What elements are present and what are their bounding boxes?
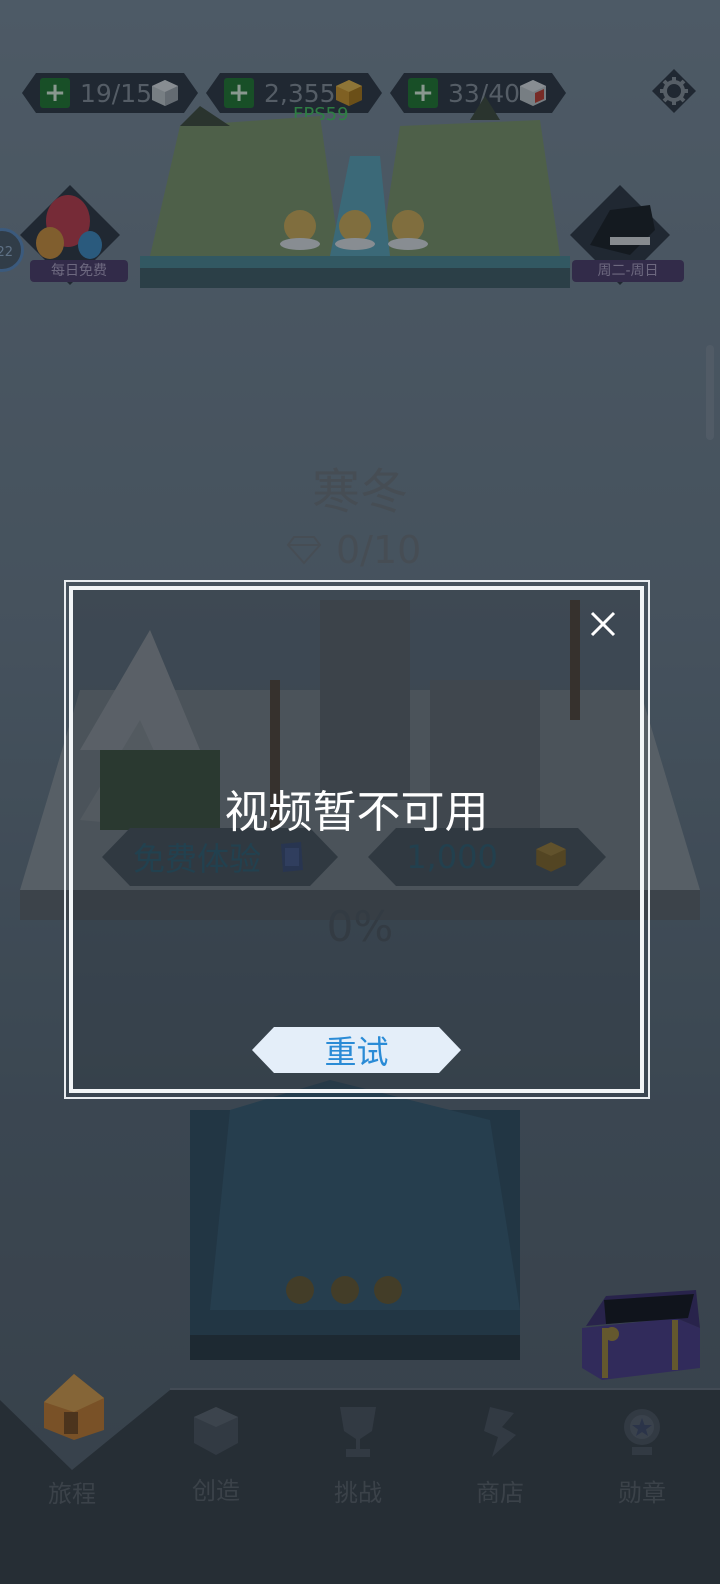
dialog-message: 视频暂不可用	[224, 787, 489, 838]
retry-button[interactable]: 重试	[252, 1027, 461, 1073]
close-icon[interactable]	[585, 606, 621, 642]
retry-label: 重试	[324, 1033, 389, 1071]
